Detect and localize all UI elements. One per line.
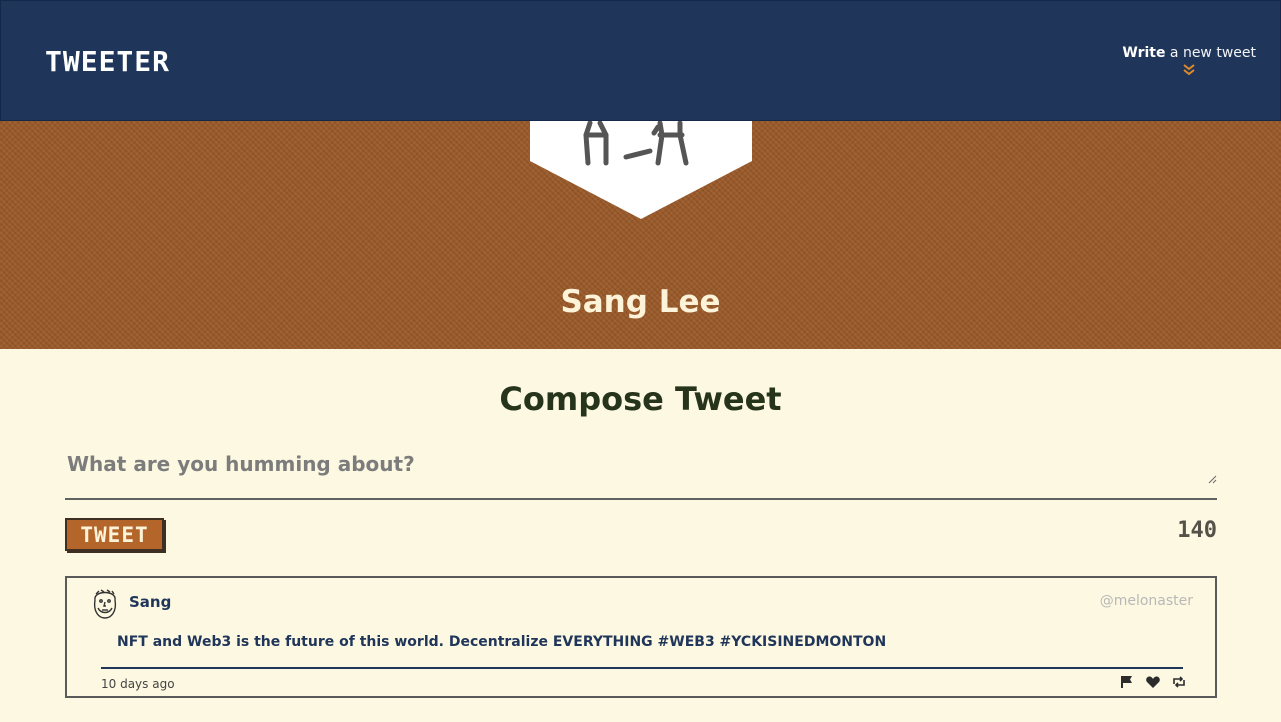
- tweet-submit-button[interactable]: TWEET: [65, 518, 164, 551]
- tweet-textarea[interactable]: [65, 446, 1217, 500]
- tweet-actions: [1119, 674, 1187, 690]
- write-label-rest: a new tweet: [1165, 45, 1256, 61]
- profile-name: Sang Lee: [560, 284, 721, 320]
- tweet-content: NFT and Web3 is the future of this world…: [117, 634, 887, 650]
- double-chevron-down-icon: [1183, 64, 1195, 76]
- retweet-icon[interactable]: [1171, 674, 1187, 690]
- brand-logo[interactable]: TWEETER: [45, 45, 170, 78]
- compose-title: Compose Tweet: [499, 380, 782, 418]
- heart-icon[interactable]: [1145, 674, 1161, 690]
- tweet-author: Sang: [129, 593, 172, 611]
- write-label-bold: Write: [1122, 45, 1166, 61]
- write-new-tweet-toggle[interactable]: Write a new tweet: [1122, 45, 1256, 77]
- tweet-divider: [101, 667, 1183, 669]
- tweet-timestamp: 10 days ago: [101, 677, 175, 691]
- stick-figure-badge-icon: [530, 121, 752, 219]
- tweet-card: Sang @melonaster NFT and Web3 is the fut…: [65, 576, 1217, 698]
- flag-icon[interactable]: [1119, 674, 1135, 690]
- tweet-handle: @melonaster: [1099, 593, 1193, 609]
- top-nav: TWEETER Write a new tweet: [0, 0, 1281, 121]
- resize-grip-icon[interactable]: [1207, 474, 1217, 484]
- character-counter: 140: [1177, 518, 1217, 543]
- profile-header: Sang Lee: [0, 121, 1281, 349]
- bearded-face-avatar-icon: [93, 589, 117, 619]
